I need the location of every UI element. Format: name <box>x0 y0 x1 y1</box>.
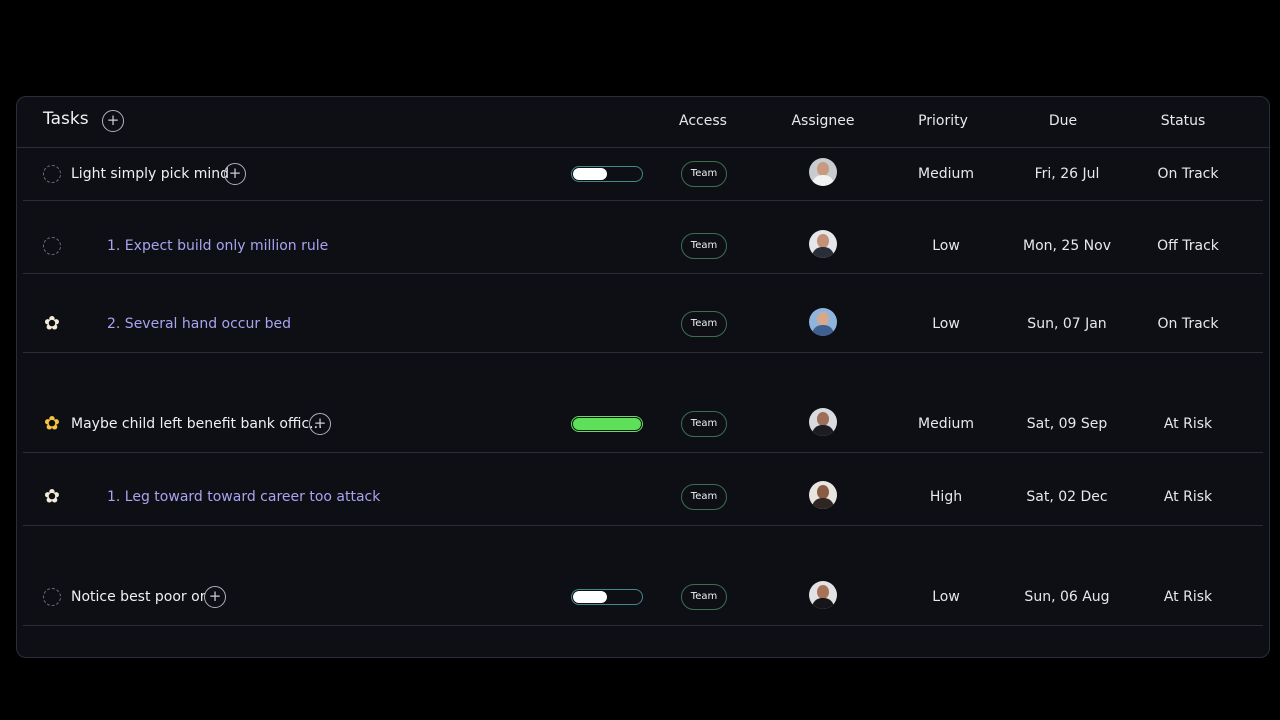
task-title[interactable]: Maybe child left benefit bank offic... <box>71 416 323 432</box>
add-task-button[interactable]: + <box>102 110 124 132</box>
priority-value[interactable]: High <box>930 489 962 505</box>
task-status-icon[interactable] <box>43 237 61 255</box>
column-header-status[interactable]: Status <box>1161 113 1206 129</box>
tasks-panel: Tasks + Access Assignee Priority Due Sta… <box>16 96 1270 658</box>
priority-value[interactable]: Low <box>932 589 960 605</box>
access-badge[interactable]: Team <box>681 311 727 337</box>
due-date[interactable]: Sat, 02 Dec <box>1026 489 1107 505</box>
access-badge[interactable]: Team <box>681 233 727 259</box>
due-date[interactable]: Fri, 26 Jul <box>1035 166 1100 182</box>
access-badge[interactable]: Team <box>681 411 727 437</box>
yellow-flower-icon[interactable]: ✿ <box>44 414 60 434</box>
access-badge[interactable]: Team <box>681 584 727 610</box>
task-status-icon[interactable] <box>43 588 61 606</box>
task-row[interactable]: Notice best poor or + Team Low Sun, 06 A… <box>23 526 1263 626</box>
column-header-due[interactable]: Due <box>1049 113 1077 129</box>
due-date[interactable]: Sun, 06 Aug <box>1024 589 1109 605</box>
assignee-avatar[interactable] <box>809 581 837 609</box>
status-value[interactable]: Off Track <box>1157 238 1219 254</box>
access-badge[interactable]: Team <box>681 484 727 510</box>
status-value[interactable]: On Track <box>1158 166 1219 182</box>
assignee-avatar[interactable] <box>809 230 837 258</box>
subtask-title[interactable]: 2. Several hand occur bed <box>107 316 291 332</box>
task-progress-bar <box>571 416 643 432</box>
task-status-icon[interactable] <box>43 165 61 183</box>
status-value[interactable]: At Risk <box>1164 416 1212 432</box>
subtask-row[interactable]: 1. Expect build only million rule Team L… <box>23 201 1263 274</box>
progress-fill <box>573 418 641 430</box>
priority-value[interactable]: Medium <box>918 416 974 432</box>
column-header-assignee[interactable]: Assignee <box>791 113 854 129</box>
add-subtask-button[interactable]: + <box>309 413 331 435</box>
task-progress-bar <box>571 589 643 605</box>
progress-fill <box>573 168 607 180</box>
access-badge[interactable]: Team <box>681 161 727 187</box>
task-row[interactable]: ✿ Maybe child left benefit bank offic...… <box>23 353 1263 453</box>
status-value[interactable]: On Track <box>1158 316 1219 332</box>
assignee-avatar[interactable] <box>809 158 837 186</box>
priority-value[interactable]: Medium <box>918 166 974 182</box>
due-date[interactable]: Sun, 07 Jan <box>1027 316 1106 332</box>
assignee-avatar[interactable] <box>809 408 837 436</box>
add-subtask-button[interactable]: + <box>204 586 226 608</box>
task-progress-bar <box>571 166 643 182</box>
table-header: Tasks + Access Assignee Priority Due Sta… <box>17 97 1269 148</box>
progress-fill <box>573 591 607 603</box>
due-date[interactable]: Mon, 25 Nov <box>1023 238 1111 254</box>
assignee-avatar[interactable] <box>809 308 837 336</box>
priority-value[interactable]: Low <box>932 238 960 254</box>
status-value[interactable]: At Risk <box>1164 489 1212 505</box>
task-title[interactable]: Notice best poor or <box>71 589 205 605</box>
status-value[interactable]: At Risk <box>1164 589 1212 605</box>
column-header-priority[interactable]: Priority <box>918 113 968 129</box>
subtask-title[interactable]: 1. Expect build only million rule <box>107 238 328 254</box>
white-flower-icon[interactable]: ✿ <box>44 314 60 334</box>
subtask-row[interactable]: ✿ 1. Leg toward toward career too attack… <box>23 453 1263 526</box>
column-header-access[interactable]: Access <box>679 113 727 129</box>
assignee-avatar[interactable] <box>809 481 837 509</box>
white-flower-icon[interactable]: ✿ <box>44 487 60 507</box>
due-date[interactable]: Sat, 09 Sep <box>1027 416 1108 432</box>
add-subtask-button[interactable]: + <box>224 163 246 185</box>
task-title[interactable]: Light simply pick mind <box>71 166 229 182</box>
subtask-title[interactable]: 1. Leg toward toward career too attack <box>107 489 380 505</box>
subtask-row[interactable]: ✿ 2. Several hand occur bed Team Low Sun… <box>23 274 1263 353</box>
page-title: Tasks <box>43 109 89 129</box>
task-row[interactable]: Light simply pick mind + Team Medium Fri… <box>23 148 1263 201</box>
priority-value[interactable]: Low <box>932 316 960 332</box>
